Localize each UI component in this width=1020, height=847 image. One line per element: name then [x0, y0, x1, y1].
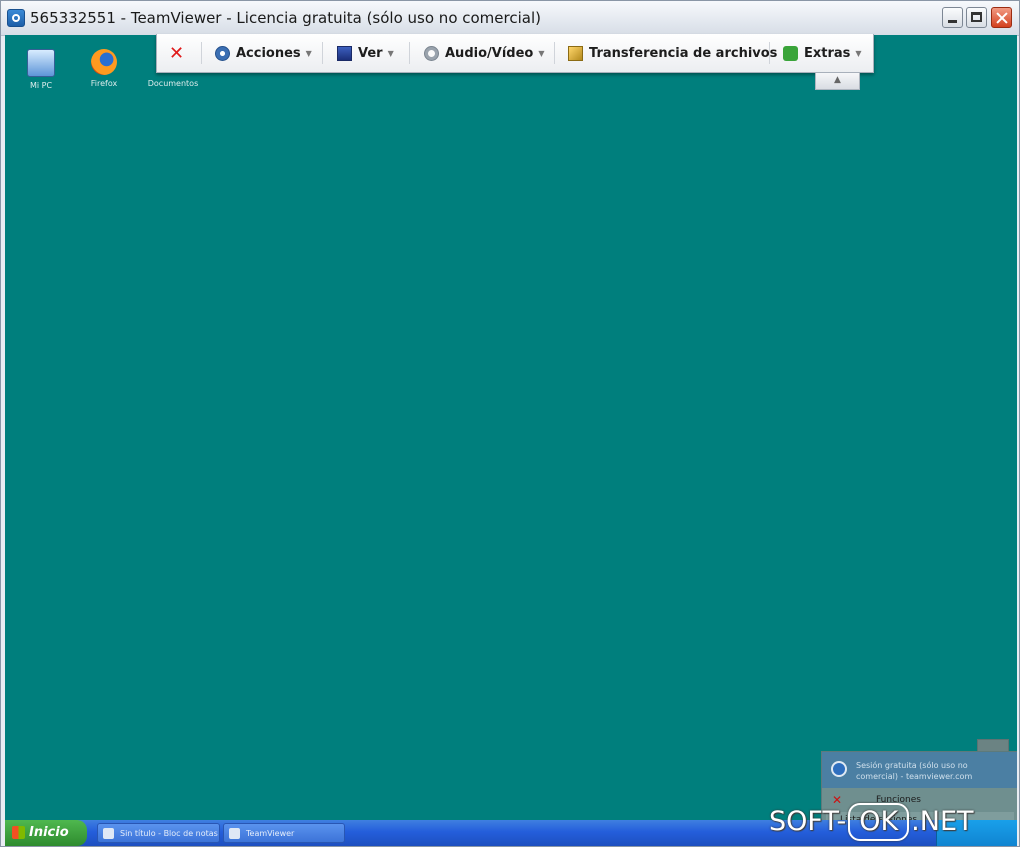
audio-video-icon [424, 45, 439, 61]
gear-icon [215, 45, 230, 61]
taskbar-item-teamviewer[interactable]: TeamViewer [223, 823, 345, 843]
start-button[interactable]: Inicio [5, 820, 87, 846]
desktop-icon-firefox[interactable]: Firefox [76, 49, 132, 88]
chevron-down-icon: ▼ [538, 48, 545, 58]
watermark-part3: .NET [911, 806, 974, 837]
watermark-part1: SOFT- [769, 806, 847, 837]
file-transfer-label: Transferencia de archivos [589, 45, 778, 61]
desktop-icon-label: Documentos [147, 79, 199, 88]
teamviewer-window: 565332551 - TeamViewer - Licencia gratui… [0, 0, 1020, 847]
computer-icon [27, 49, 55, 77]
audio-video-label: Audio/Vídeo [445, 45, 534, 61]
audio-video-menu[interactable]: Audio/Vídeo ▼ [424, 34, 544, 72]
remote-desktop[interactable]: Mi PC Firefox Documentos Sesión gratuita… [5, 35, 1017, 820]
title-bar[interactable]: 565332551 - TeamViewer - Licencia gratui… [1, 1, 1019, 36]
puzzle-icon [783, 45, 798, 61]
actions-menu[interactable]: Acciones ▼ [215, 34, 312, 72]
view-menu[interactable]: Ver ▼ [337, 34, 394, 72]
firefox-icon [91, 49, 117, 75]
remote-control-toolbar: ✕ Acciones ▼ Ver ▼ Audio/Vídeo ▼ Transfe… [156, 34, 874, 73]
close-window-button[interactable] [991, 7, 1012, 28]
chevron-down-icon: ▼ [387, 48, 394, 58]
file-transfer-button[interactable]: Transferencia de archivos [568, 34, 777, 72]
notepad-icon [103, 828, 114, 839]
chevron-up-icon: ▲ [834, 75, 841, 85]
side-panel-header: Sesión gratuita (sólo uso no comercial) … [822, 752, 1017, 788]
toolbar-divider [409, 42, 410, 64]
teamviewer-app-icon [7, 9, 25, 27]
maximize-button[interactable] [966, 7, 987, 28]
side-panel-header-text: Sesión gratuita (sólo uso no comercial) … [856, 761, 973, 781]
file-transfer-icon [568, 45, 583, 61]
desktop-icon-label: Firefox [90, 79, 118, 88]
toolbar-divider [769, 42, 770, 64]
toolbar-divider [201, 42, 202, 64]
teamviewer-icon [229, 828, 240, 839]
chevron-down-icon: ▼ [855, 48, 862, 58]
toolbar-collapse-tab[interactable]: ▲ [815, 73, 860, 90]
minimize-button[interactable] [942, 7, 963, 28]
desktop-icon-label: Mi PC [29, 81, 53, 90]
extras-label: Extras [804, 45, 851, 61]
start-label: Inicio [29, 825, 69, 840]
actions-label: Acciones [236, 45, 301, 61]
watermark: SOFT- OK .NET [769, 803, 974, 841]
view-label: Ver [358, 45, 383, 61]
close-icon: ✕ [169, 42, 185, 64]
taskbar-item-notepad[interactable]: Sin título - Bloc de notas [97, 823, 220, 843]
monitor-icon [337, 45, 352, 61]
teamviewer-logo-icon [831, 761, 847, 777]
chevron-down-icon: ▼ [305, 48, 312, 58]
close-connection-button[interactable]: ✕ [169, 34, 184, 72]
watermark-part2: OK [848, 803, 910, 841]
taskbar-item-label: Sin título - Bloc de notas [120, 829, 218, 838]
window-title: 565332551 - TeamViewer - Licencia gratui… [30, 9, 541, 27]
toolbar-divider [322, 42, 323, 64]
toolbar-divider [554, 42, 555, 64]
windows-logo-icon [12, 826, 25, 839]
taskbar-item-label: TeamViewer [246, 829, 295, 838]
desktop-icon-my-pc[interactable]: Mi PC [13, 49, 69, 90]
extras-menu[interactable]: Extras ▼ [783, 34, 862, 72]
